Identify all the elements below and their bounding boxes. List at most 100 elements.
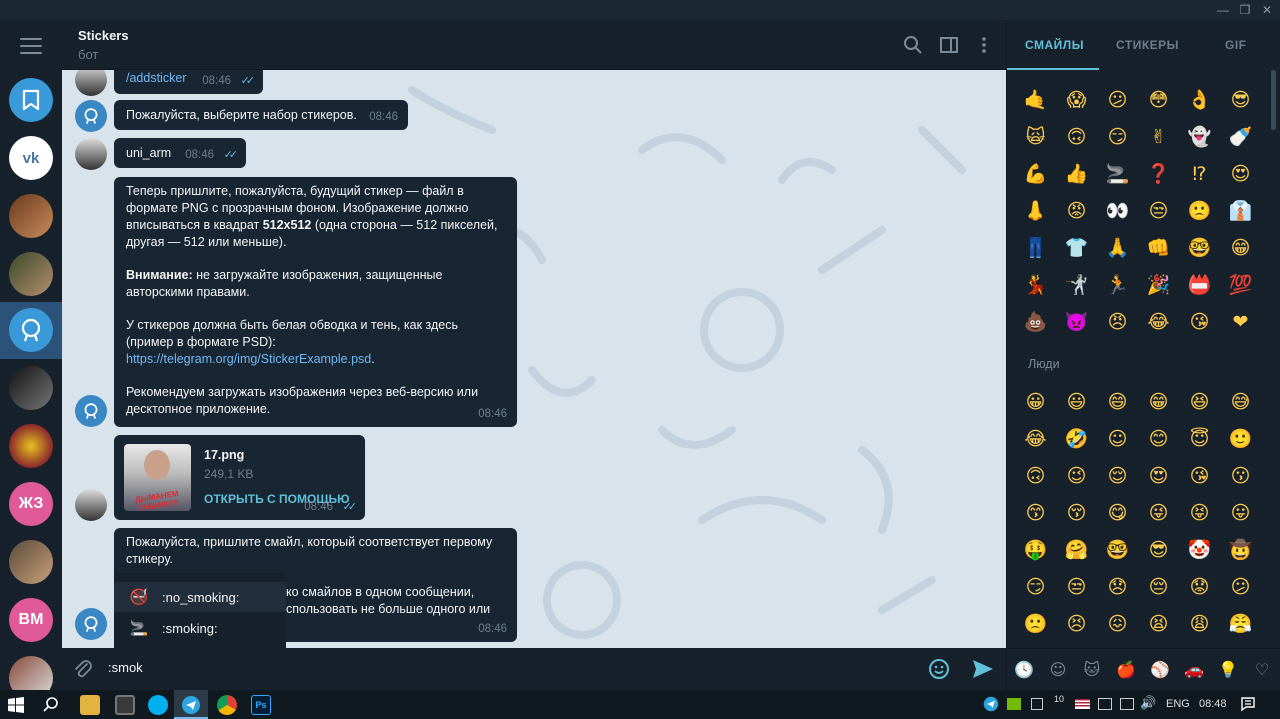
file-thumbnail[interactable]: ДЫМАНЕМ ТАБАЧКУ? [124,444,191,511]
emoji-item[interactable]: 😱 [1056,81,1097,118]
emoji-item[interactable]: 👖 [1015,229,1056,266]
emoji-item[interactable]: 😕 [1220,568,1261,605]
emoji-item[interactable]: ⁉ [1179,155,1220,192]
tab-stickers[interactable]: СТИКЕРЫ [1116,38,1179,52]
send-icon[interactable] [971,658,995,680]
emoji-item[interactable]: 😁 [1138,383,1179,420]
menu-icon[interactable] [20,38,42,54]
action-center-icon[interactable] [1240,696,1256,712]
emoji-item[interactable]: 👕 [1056,229,1097,266]
emoji-item[interactable]: 😚 [1056,494,1097,531]
emoji-item[interactable]: 🎉 [1138,266,1179,303]
emoji-item[interactable]: 👊 [1138,229,1179,266]
windows-start-icon[interactable] [8,697,24,713]
bot-avatar[interactable] [75,100,107,132]
app-icon[interactable] [115,695,135,715]
bot-avatar[interactable] [75,608,107,640]
tab-emoji[interactable]: СМАЙЛЫ [1025,38,1084,52]
emoji-item[interactable]: 😙 [1015,494,1056,531]
emoji-item[interactable]: 😂 [1138,303,1179,340]
emoji-item[interactable]: ❤ [1220,303,1261,340]
chat-avatar[interactable] [9,194,53,238]
search-icon[interactable] [42,696,60,714]
emoji-item[interactable]: 👻 [1179,118,1220,155]
more-icon[interactable] [973,34,995,56]
emoji-category-3-icon[interactable]: 🍎 [1109,660,1143,679]
chat-avatar[interactable] [9,252,53,296]
emoji-item[interactable]: 😍 [1138,457,1179,494]
emoji-item[interactable]: 😂 [1015,420,1056,457]
emoji-item[interactable]: 👿 [1056,303,1097,340]
emoji-item[interactable]: 👃 [1015,192,1056,229]
file-name[interactable]: 17.png [204,447,244,464]
emoji-item[interactable]: 🙁 [1015,605,1056,642]
emoji-item[interactable]: 😒 [1056,568,1097,605]
emoji-item[interactable]: 🍼 [1220,118,1261,155]
emoji-item[interactable]: 👍 [1056,155,1097,192]
emoji-category-5-icon[interactable]: 🚗 [1177,660,1211,679]
emoji-item[interactable]: 😔 [1138,568,1179,605]
emoji-item[interactable]: 😏 [1097,118,1138,155]
photoshop-icon[interactable]: Ps [251,695,271,715]
emoji-item[interactable]: 😝 [1179,494,1220,531]
emoji-item[interactable]: 😒 [1138,192,1179,229]
emoji-item[interactable]: ✌ [1138,118,1179,155]
emoji-item[interactable]: 💃 [1015,266,1056,303]
file-explorer-icon[interactable] [80,695,100,715]
emoji-item[interactable]: 😏 [1015,568,1056,605]
emoji-item[interactable]: 😍 [1220,155,1261,192]
autocomplete-item-no-smoking[interactable]: 🚭 :no_smoking: [114,582,286,612]
message-text[interactable]: /addsticker [126,70,186,87]
emoji-item[interactable]: 😟 [1179,568,1220,605]
emoji-item[interactable]: 🙃 [1056,118,1097,155]
emoji-item[interactable]: 🏃 [1097,266,1138,303]
emoji-item[interactable]: 🙁 [1179,192,1220,229]
emoji-item[interactable]: 🙀 [1015,118,1056,155]
emoji-item[interactable]: 🤙 [1015,81,1056,118]
emoji-item[interactable]: 😋 [1097,494,1138,531]
emoji-item[interactable]: 🤡 [1179,531,1220,568]
emoji-item[interactable]: 😫 [1138,605,1179,642]
stickers-bot-avatar[interactable] [9,308,53,352]
emoji-item[interactable]: 😀 [1015,383,1056,420]
close-icon[interactable]: ✕ [1256,0,1278,20]
user-avatar[interactable] [75,489,107,521]
emoji-item[interactable]: 🤓 [1179,229,1220,266]
us-flag-icon[interactable] [1075,699,1090,709]
emoji-item[interactable]: 😗 [1220,457,1261,494]
chat-avatar[interactable] [9,540,53,584]
search-icon[interactable] [902,34,924,56]
emoji-item[interactable]: 😤 [1220,605,1261,642]
nvidia-tray-icon[interactable] [1007,698,1021,710]
emoji-item[interactable]: 📛 [1179,266,1220,303]
bot-avatar[interactable] [75,395,107,427]
emoji-category-7-icon[interactable]: ♡ [1245,660,1279,679]
emoji-item[interactable]: 🙂 [1220,420,1261,457]
chat-avatar-initials[interactable]: ВМ [9,598,53,642]
emoji-item[interactable]: 😳 [1138,81,1179,118]
message-input[interactable]: :smok [108,660,143,675]
emoji-category-2-icon[interactable]: 🐱 [1075,660,1109,679]
tab-gif[interactable]: GIF [1225,38,1247,52]
clock[interactable]: 08:48 [1199,698,1227,710]
emoji-item[interactable]: 😊 [1138,420,1179,457]
emoji-item[interactable]: 👀 [1097,192,1138,229]
emoji-item[interactable]: 😖 [1097,605,1138,642]
emoji-item[interactable]: 👌 [1179,81,1220,118]
emoji-item[interactable]: 😛 [1220,494,1261,531]
chrome-icon[interactable] [217,695,237,715]
sticker-example-link[interactable]: https://telegram.org/img/StickerExample.… [126,352,371,366]
emoji-item[interactable]: 😃 [1056,383,1097,420]
chat-title[interactable]: Stickers [78,28,129,43]
emoji-item[interactable]: ☺ [1097,420,1138,457]
emoji-item[interactable]: 😉 [1056,457,1097,494]
emoji-item[interactable]: 🤗 [1056,531,1097,568]
emoji-category-1-icon[interactable]: ☺ [1041,660,1075,679]
chat-avatar[interactable] [9,656,53,690]
emoji-item[interactable]: 😣 [1056,605,1097,642]
chat-avatar[interactable] [9,366,53,410]
language-indicator[interactable]: ENG [1166,698,1190,710]
emoji-item[interactable]: 😌 [1097,457,1138,494]
emoji-item[interactable]: 😡 [1056,192,1097,229]
tray-icon[interactable] [1098,698,1112,710]
